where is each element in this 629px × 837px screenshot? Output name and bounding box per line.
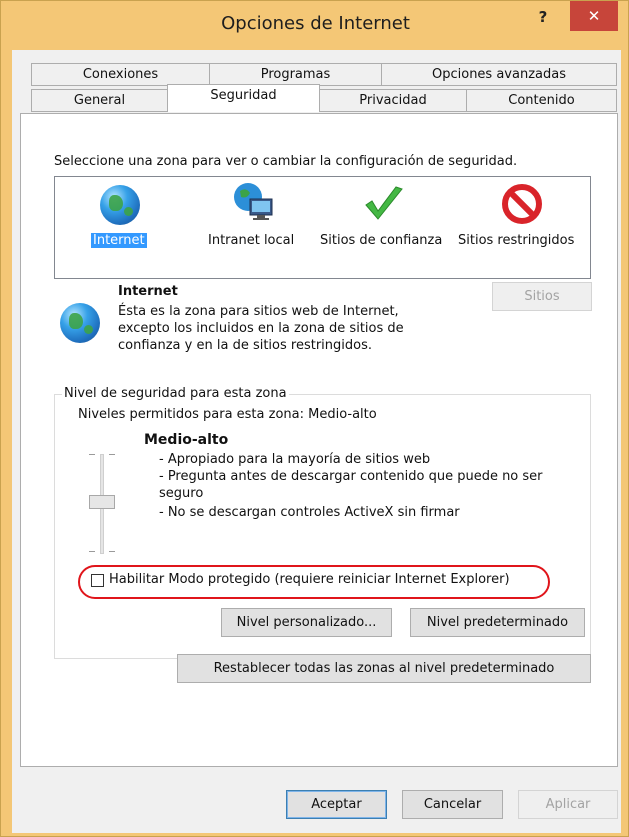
slider-tick	[109, 454, 115, 455]
level-point: - No se descargan controles ActiveX sin …	[159, 505, 460, 520]
tab-programas[interactable]: Programas	[209, 63, 382, 86]
custom-level-button[interactable]: Nivel personalizado...	[221, 608, 392, 637]
level-name: Medio-alto	[144, 432, 229, 448]
cancel-button[interactable]: Cancelar	[402, 790, 503, 819]
zone-description-line: Ésta es la zona para sitios web de Inter…	[118, 304, 399, 319]
ok-button[interactable]: Aceptar	[286, 790, 387, 819]
zone-sitios-confianza[interactable]: Sitios de confianza	[320, 177, 460, 277]
restricted-icon	[500, 183, 542, 224]
slider-tick	[109, 551, 115, 552]
help-button[interactable]: ?	[525, 3, 561, 33]
selected-zone-name: Internet	[118, 284, 178, 299]
reset-all-zones-button[interactable]: Restablecer todas las zonas al nivel pre…	[177, 654, 591, 683]
apply-button[interactable]: Aplicar	[518, 790, 618, 819]
checkmark-icon	[362, 183, 403, 223]
sites-button[interactable]: Sitios	[492, 282, 592, 311]
tab-opciones-avanzadas[interactable]: Opciones avanzadas	[381, 63, 617, 86]
security-panel: Seleccione una zona para ver o cambiar l…	[20, 113, 618, 767]
zone-description-line: excepto los incluidos en la zona de siti…	[118, 321, 404, 336]
tab-privacidad[interactable]: Privacidad	[319, 89, 467, 112]
default-level-button[interactable]: Nivel predeterminado	[410, 608, 585, 637]
tab-conexiones[interactable]: Conexiones	[31, 63, 210, 86]
tab-general[interactable]: General	[31, 89, 168, 112]
slider-tick	[89, 551, 95, 552]
dialog-window: Opciones de Internet ? ✕ Conexiones Prog…	[0, 0, 629, 837]
slider-thumb[interactable]	[89, 495, 115, 509]
zone-intranet-local[interactable]: Intranet local	[205, 177, 305, 277]
intranet-icon	[232, 181, 273, 221]
zone-label-internet: Internet	[91, 233, 147, 248]
level-point: - Pregunta antes de descargar contenido …	[159, 469, 543, 484]
zone-label-confianza: Sitios de confianza	[320, 233, 443, 248]
group-legend: Nivel de seguridad para esta zona	[62, 386, 289, 401]
slider-tick	[89, 454, 95, 455]
level-point: - Apropiado para la mayoría de sitios we…	[159, 452, 431, 467]
level-point: seguro	[159, 486, 204, 501]
zone-internet[interactable]: Internet	[77, 177, 157, 277]
globe-icon	[60, 303, 100, 343]
tab-contenido[interactable]: Contenido	[466, 89, 617, 112]
close-button[interactable]: ✕	[570, 1, 618, 31]
protected-mode-checkbox[interactable]	[91, 574, 104, 587]
zone-sitios-restringidos[interactable]: Sitios restringidos	[458, 177, 588, 277]
protected-mode-label[interactable]: Habilitar Modo protegido (requiere reini…	[109, 572, 510, 587]
tab-seguridad[interactable]: Seguridad	[167, 84, 320, 112]
zone-label-restringidos: Sitios restringidos	[458, 233, 575, 248]
zone-list: Internet Intranet local Sitios de confia…	[54, 176, 591, 279]
zone-instruction: Seleccione una zona para ver o cambiar l…	[54, 154, 518, 169]
zone-description-line: confianza y en la de sitios restringidos…	[118, 338, 372, 353]
allowed-levels-text: Niveles permitidos para esta zona: Medio…	[78, 407, 377, 422]
dialog-client: Conexiones Programas Opciones avanzadas …	[12, 50, 621, 833]
globe-icon	[100, 185, 140, 225]
title-bar[interactable]: Opciones de Internet ? ✕	[1, 1, 629, 53]
zone-label-intranet: Intranet local	[208, 233, 295, 248]
